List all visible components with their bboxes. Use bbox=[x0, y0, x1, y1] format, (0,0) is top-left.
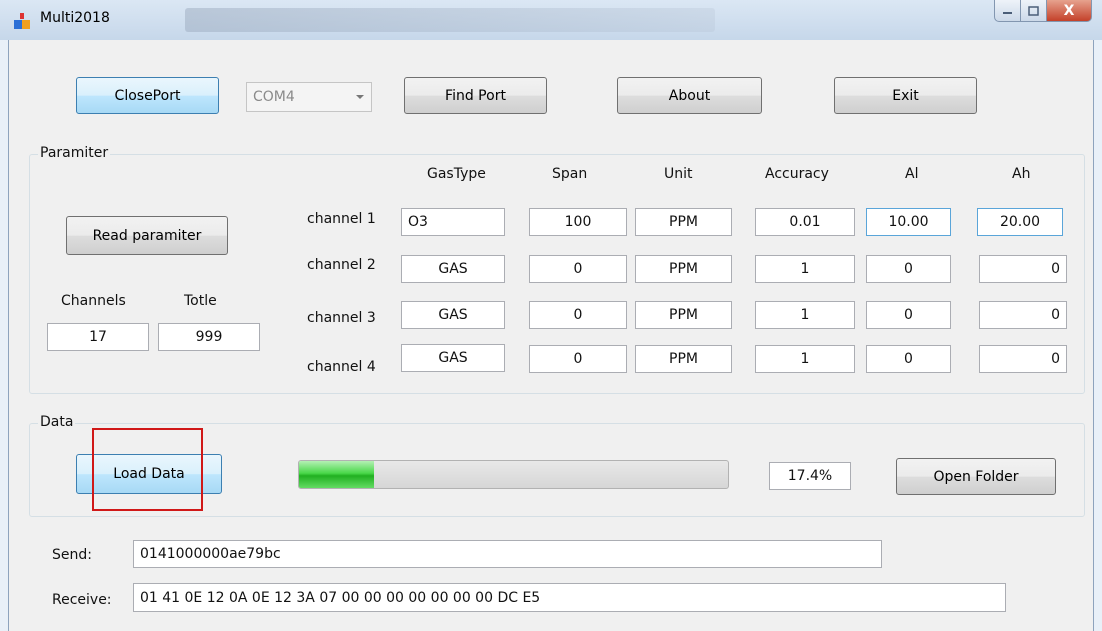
channel-3-ah-field[interactable]: 0 bbox=[979, 301, 1067, 329]
channel-4-span-field[interactable]: 0 bbox=[529, 345, 627, 373]
app-window: Multi2018 X ClosePort COM4 Find Port Abo… bbox=[0, 0, 1102, 631]
channel-1-label: channel 1 bbox=[307, 211, 376, 227]
channels-label: Channels bbox=[61, 293, 126, 309]
channel-2-unit-field[interactable]: PPM bbox=[635, 255, 732, 283]
maximize-icon bbox=[1028, 5, 1039, 16]
channel-3-al-field[interactable]: 0 bbox=[866, 301, 951, 329]
channel-3-gastype-field[interactable]: GAS bbox=[401, 301, 505, 329]
window-title: Multi2018 bbox=[40, 10, 110, 26]
find-port-button[interactable]: Find Port bbox=[404, 77, 547, 114]
open-folder-button[interactable]: Open Folder bbox=[896, 458, 1056, 495]
progress-percent-field: 17.4% bbox=[769, 462, 851, 490]
header-gastype: GasType bbox=[427, 166, 486, 182]
chevron-down-icon bbox=[356, 95, 364, 99]
progress-fill bbox=[299, 461, 374, 488]
channel-1-span-field[interactable]: 100 bbox=[529, 208, 627, 236]
com-port-select[interactable]: COM4 bbox=[246, 82, 372, 112]
channel-2-al-field[interactable]: 0 bbox=[866, 255, 951, 283]
receive-field[interactable]: 01 41 0E 12 0A 0E 12 3A 07 00 00 00 00 0… bbox=[133, 583, 1006, 612]
send-label: Send: bbox=[52, 547, 92, 563]
blurred-background-text bbox=[185, 8, 715, 32]
totle-label: Totle bbox=[184, 293, 217, 309]
header-accuracy: Accuracy bbox=[765, 166, 829, 182]
com-port-value: COM4 bbox=[253, 89, 295, 105]
close-port-button[interactable]: ClosePort bbox=[76, 77, 219, 114]
minimize-button[interactable] bbox=[994, 0, 1021, 22]
load-progress-bar bbox=[298, 460, 729, 489]
channel-4-unit-field[interactable]: PPM bbox=[635, 345, 732, 373]
highlight-annotation-box bbox=[92, 428, 203, 511]
client-area: ClosePort COM4 Find Port About Exit Para… bbox=[8, 40, 1094, 631]
channel-2-label: channel 2 bbox=[307, 257, 376, 273]
title-bar[interactable]: Multi2018 X bbox=[0, 0, 1102, 40]
channel-4-ah-field[interactable]: 0 bbox=[979, 345, 1067, 373]
channel-2-ah-field[interactable]: 0 bbox=[979, 255, 1067, 283]
channel-4-gastype-field[interactable]: GAS bbox=[401, 344, 505, 372]
channel-2-gastype-field[interactable]: GAS bbox=[401, 255, 505, 283]
header-unit: Unit bbox=[664, 166, 693, 182]
maximize-button[interactable] bbox=[1021, 0, 1047, 22]
receive-label: Receive: bbox=[52, 592, 112, 608]
channel-1-ah-field[interactable]: 20.00 bbox=[977, 208, 1063, 236]
channels-field[interactable]: 17 bbox=[47, 323, 149, 351]
close-icon: X bbox=[1063, 2, 1075, 19]
channel-3-unit-field[interactable]: PPM bbox=[635, 301, 732, 329]
minimize-icon bbox=[1003, 12, 1012, 14]
channel-3-accuracy-field[interactable]: 1 bbox=[755, 301, 855, 329]
about-button[interactable]: About bbox=[617, 77, 762, 114]
close-button[interactable]: X bbox=[1047, 0, 1092, 22]
app-icon bbox=[14, 13, 30, 29]
channel-3-label: channel 3 bbox=[307, 310, 376, 326]
totle-field[interactable]: 999 bbox=[158, 323, 260, 351]
channel-1-al-field[interactable]: 10.00 bbox=[866, 208, 951, 236]
channel-4-label: channel 4 bbox=[307, 359, 376, 375]
parameter-group-title: Paramiter bbox=[38, 145, 111, 161]
channel-1-accuracy-field[interactable]: 0.01 bbox=[755, 208, 855, 236]
header-ah: Ah bbox=[1012, 166, 1031, 182]
exit-button[interactable]: Exit bbox=[834, 77, 977, 114]
header-al: Al bbox=[905, 166, 919, 182]
channel-1-unit-field[interactable]: PPM bbox=[635, 208, 732, 236]
data-group-title: Data bbox=[38, 414, 76, 430]
channel-2-span-field[interactable]: 0 bbox=[529, 255, 627, 283]
send-field[interactable]: 0141000000ae79bc bbox=[133, 540, 882, 568]
channel-4-accuracy-field[interactable]: 1 bbox=[755, 345, 855, 373]
channel-3-span-field[interactable]: 0 bbox=[529, 301, 627, 329]
channel-4-al-field[interactable]: 0 bbox=[866, 345, 951, 373]
channel-1-gastype-field[interactable]: O3 bbox=[401, 208, 505, 236]
header-span: Span bbox=[552, 166, 588, 182]
channel-2-accuracy-field[interactable]: 1 bbox=[755, 255, 855, 283]
read-parameter-button[interactable]: Read paramiter bbox=[66, 216, 228, 255]
